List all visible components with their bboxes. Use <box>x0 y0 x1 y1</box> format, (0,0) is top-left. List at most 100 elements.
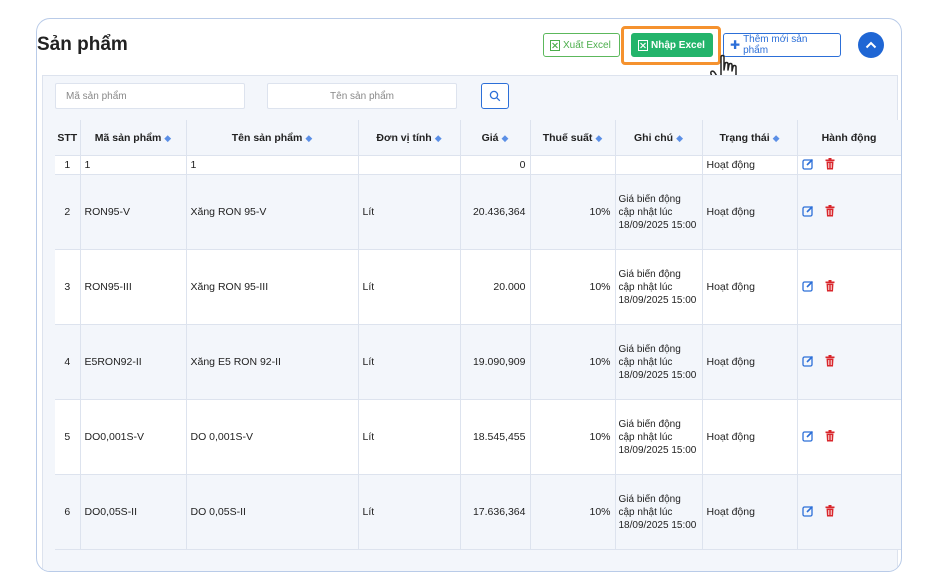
products-table: STT Mã sản phẩm ◆ Tên sản phẩm ◆ Đơn vị tí… <box>55 120 901 550</box>
trash-icon[interactable] <box>825 157 835 173</box>
sort-icon[interactable]: ◆ <box>164 133 171 143</box>
table-row[interactable]: 1 1 1 0 Hoạt động <box>55 155 901 175</box>
table-row[interactable]: 5 DO0,001S-V DO 0,001S-V Lít 18.545,455 … <box>55 399 901 475</box>
add-product-label: Thêm mới sản phẩm <box>743 34 808 56</box>
cell-tax: 10% <box>530 174 616 250</box>
cell-price: 17.636,364 <box>460 474 531 550</box>
cell-status: Hoạt động <box>702 249 798 325</box>
sort-icon[interactable]: ◆ <box>595 133 602 143</box>
product-list-panel: Mã sản phẩm Tên sản phẩm STT Mã sản phẩm… <box>42 75 901 571</box>
sort-icon[interactable]: ◆ <box>676 133 683 143</box>
edit-icon[interactable] <box>801 158 814 173</box>
cell-tax: 10% <box>530 324 616 400</box>
column-header-code[interactable]: Mã sản phẩm ◆ <box>80 120 187 156</box>
cell-actions <box>797 399 901 475</box>
cell-name: DO 0,05S-II <box>186 474 359 550</box>
cell-note: Giá biến động cập nhật lúc 18/09/2025 15… <box>615 174 703 250</box>
cell-note <box>615 155 703 175</box>
cell-tax: 10% <box>530 474 616 550</box>
table-row[interactable]: 2 RON95-V Xăng RON 95-V Lít 20.436,364 1… <box>55 174 901 250</box>
edit-icon[interactable] <box>801 505 814 520</box>
trash-icon[interactable] <box>825 279 835 295</box>
collapse-button[interactable] <box>858 32 884 58</box>
cell-actions <box>797 249 901 325</box>
cell-name: DO 0,001S-V <box>186 399 359 475</box>
cell-status: Hoạt động <box>702 474 798 550</box>
edit-icon[interactable] <box>801 430 814 445</box>
cell-code: E5RON92-II <box>80 324 187 400</box>
cell-name: Xăng RON 95-V <box>186 174 359 250</box>
edit-icon[interactable] <box>801 280 814 295</box>
product-code-filter[interactable]: Mã sản phẩm <box>55 83 245 109</box>
sort-icon[interactable]: ◆ <box>305 133 312 143</box>
column-header-stt: STT <box>55 120 81 156</box>
products-window: Sản phẩm Xuất Excel Nhập Excel ✚ Thêm mớ… <box>36 18 902 572</box>
table-row[interactable]: 3 RON95-III Xăng RON 95-III Lít 20.000 1… <box>55 249 901 325</box>
cell-unit: Lít <box>358 474 461 550</box>
cell-unit: Lít <box>358 324 461 400</box>
page-title: Sản phẩm <box>37 34 128 55</box>
cell-name: Xăng RON 95-III <box>186 249 359 325</box>
column-header-note[interactable]: Ghi chú ◆ <box>615 120 703 156</box>
trash-icon[interactable] <box>825 204 835 220</box>
cell-price: 0 <box>460 155 531 175</box>
cell-tax: 10% <box>530 399 616 475</box>
cell-price: 20.436,364 <box>460 174 531 250</box>
column-header-name[interactable]: Tên sản phẩm ◆ <box>186 120 359 156</box>
table-row[interactable]: 4 E5RON92-II Xăng E5 RON 92-II Lít 19.09… <box>55 324 901 400</box>
edit-icon[interactable] <box>801 355 814 370</box>
cell-tax <box>530 155 616 175</box>
cell-actions <box>797 174 901 250</box>
sort-icon[interactable]: ◆ <box>773 133 780 143</box>
cell-price: 19.090,909 <box>460 324 531 400</box>
trash-icon[interactable] <box>825 429 835 445</box>
cell-stt: 5 <box>55 399 81 475</box>
trash-icon[interactable] <box>825 354 835 370</box>
cell-status: Hoạt động <box>702 174 798 250</box>
edit-icon[interactable] <box>801 205 814 220</box>
column-header-price[interactable]: Giá ◆ <box>460 120 531 156</box>
column-header-tax[interactable]: Thuế suất ◆ <box>530 120 616 156</box>
search-button[interactable] <box>481 83 509 109</box>
cell-name: Xăng E5 RON 92-II <box>186 324 359 400</box>
column-header-unit[interactable]: Đơn vị tính ◆ <box>358 120 461 156</box>
table-header-row: STT Mã sản phẩm ◆ Tên sản phẩm ◆ Đơn vị tí… <box>55 120 901 156</box>
cell-unit <box>358 155 461 175</box>
cell-status: Hoạt động <box>702 155 798 175</box>
column-header-status[interactable]: Trạng thái ◆ <box>702 120 798 156</box>
cell-stt: 1 <box>55 155 81 175</box>
cell-code: DO0,001S-V <box>80 399 187 475</box>
cell-name: 1 <box>186 155 359 175</box>
cell-unit: Lít <box>358 399 461 475</box>
cell-actions <box>797 474 901 550</box>
cell-code: 1 <box>80 155 187 175</box>
cell-note: Giá biến động cập nhật lúc 18/09/2025 15… <box>615 324 703 400</box>
plus-icon: ✚ <box>730 38 741 52</box>
cell-unit: Lít <box>358 174 461 250</box>
sort-icon[interactable]: ◆ <box>502 133 509 143</box>
cell-actions <box>797 324 901 400</box>
cell-stt: 3 <box>55 249 81 325</box>
cell-code: DO0,05S-II <box>80 474 187 550</box>
cell-note: Giá biến động cập nhật lúc 18/09/2025 15… <box>615 474 703 550</box>
cell-stt: 2 <box>55 174 81 250</box>
cell-code: RON95-III <box>80 249 187 325</box>
cell-actions <box>797 155 901 175</box>
cell-code: RON95-V <box>80 174 187 250</box>
cell-tax: 10% <box>530 249 616 325</box>
search-icon <box>489 90 501 102</box>
cell-unit: Lít <box>358 249 461 325</box>
product-name-filter[interactable]: Tên sản phẩm <box>267 83 457 109</box>
cell-note: Giá biến động cập nhật lúc 18/09/2025 15… <box>615 249 703 325</box>
trash-icon[interactable] <box>825 504 835 520</box>
cell-price: 18.545,455 <box>460 399 531 475</box>
export-excel-button[interactable]: Xuất Excel <box>543 33 620 57</box>
cell-price: 20.000 <box>460 249 531 325</box>
cell-status: Hoạt động <box>702 399 798 475</box>
chevron-up-icon <box>865 41 877 49</box>
table-row[interactable]: 6 DO0,05S-II DO 0,05S-II Lít 17.636,364 … <box>55 474 901 550</box>
column-header-actions: Hành động <box>797 120 901 156</box>
excel-file-icon <box>550 39 560 51</box>
cell-status: Hoạt động <box>702 324 798 400</box>
sort-icon[interactable]: ◆ <box>435 133 442 143</box>
